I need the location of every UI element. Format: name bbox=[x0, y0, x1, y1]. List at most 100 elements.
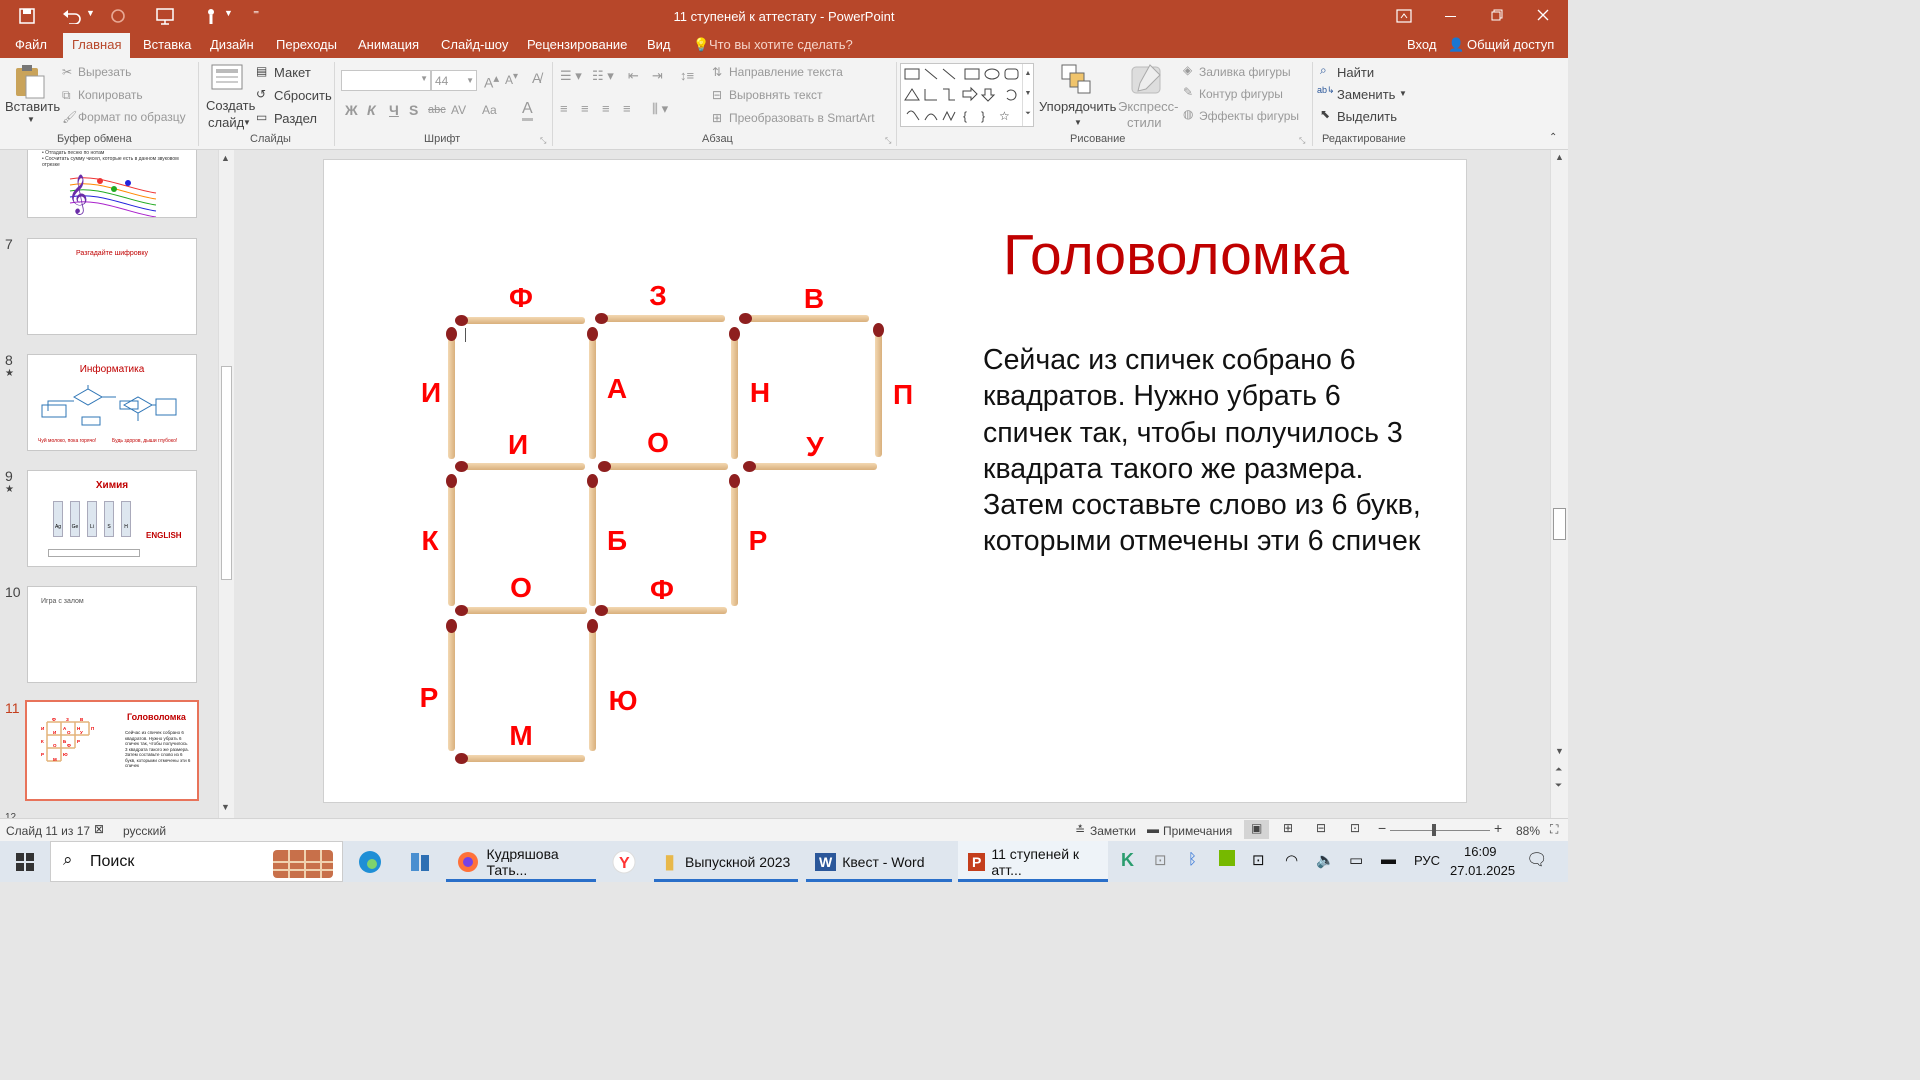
match-low-2[interactable] bbox=[595, 605, 727, 616]
align-center-icon[interactable]: ≡ bbox=[581, 101, 589, 116]
quick-styles-icon[interactable] bbox=[1130, 63, 1164, 98]
clock-date[interactable]: 27.01.2025 bbox=[1450, 863, 1515, 878]
tab-review[interactable]: Рецензирование bbox=[527, 37, 627, 52]
shape-outline-button[interactable]: Контур фигуры bbox=[1199, 87, 1283, 101]
font-color-button[interactable]: A bbox=[522, 100, 533, 121]
editor-scrollbar[interactable]: ▲ ▼ ⏶ ⏷ bbox=[1550, 150, 1568, 818]
match-vert-r3-2[interactable] bbox=[587, 619, 598, 751]
minimize-icon[interactable] bbox=[1445, 16, 1456, 17]
font-name-box[interactable]: ▼ bbox=[341, 70, 431, 91]
tab-transitions[interactable]: Переходы bbox=[276, 37, 337, 52]
taskbar-search-box[interactable]: ⌕ Поиск bbox=[50, 841, 343, 882]
match-vert-r1-4[interactable] bbox=[873, 323, 884, 457]
strikethrough-button[interactable]: abc bbox=[428, 104, 446, 116]
tab-design[interactable]: Дизайн bbox=[210, 37, 254, 52]
previous-slide-icon[interactable]: ⏶ bbox=[1555, 764, 1562, 775]
reading-view-icon[interactable]: ⊟ bbox=[1316, 821, 1326, 835]
match-vert-r1-2[interactable] bbox=[587, 327, 598, 459]
tab-slideshow[interactable]: Слайд-шоу bbox=[441, 37, 508, 52]
change-case-button[interactable]: Aa bbox=[482, 103, 497, 117]
shapes-scroll-icon[interactable]: ▲ ▼ ⏷ bbox=[1022, 64, 1033, 126]
meet-now-icon[interactable]: ⊡ bbox=[1252, 851, 1265, 869]
font-name-dropdown-icon[interactable]: ▼ bbox=[420, 74, 428, 83]
restore-icon[interactable] bbox=[1491, 9, 1503, 21]
notifications-icon[interactable]: 🗨 bbox=[1526, 850, 1548, 870]
text-direction-button[interactable]: Направление текста bbox=[729, 65, 843, 79]
taskbar-word[interactable]: W Квест - Word bbox=[806, 841, 952, 882]
language-indicator[interactable]: русский bbox=[123, 824, 166, 838]
replace-dropdown-icon[interactable]: ▼ bbox=[1399, 89, 1407, 98]
scroll-thumb[interactable] bbox=[1553, 508, 1566, 540]
sign-in-link[interactable]: Вход bbox=[1407, 37, 1436, 52]
smartart-button[interactable]: Преобразовать в SmartArt bbox=[729, 111, 875, 125]
match-vert-r3-1[interactable] bbox=[446, 619, 457, 751]
grow-font-icon[interactable]: A▴ bbox=[484, 71, 499, 91]
font-size-box[interactable]: 44 ▼ bbox=[431, 70, 477, 91]
thumbnail-slide-11-selected[interactable]: Головоломка Сейчас из спичек собрано 6 к… bbox=[25, 700, 199, 801]
reset-button[interactable]: Сбросить bbox=[274, 88, 332, 103]
clock-time[interactable]: 16:09 bbox=[1464, 844, 1497, 859]
tab-home[interactable]: Главная bbox=[63, 33, 131, 58]
comments-icon[interactable]: ▬ bbox=[1147, 822, 1159, 836]
tab-insert[interactable]: Вставка bbox=[143, 37, 191, 52]
increase-indent-icon[interactable]: ⇥ bbox=[652, 68, 663, 84]
ribbon-display-options-icon[interactable] bbox=[1396, 9, 1412, 23]
slide-title[interactable]: Головоломка bbox=[1003, 222, 1349, 288]
scroll-down-icon[interactable]: ▼ bbox=[1555, 746, 1564, 756]
wifi-icon[interactable]: ◠ bbox=[1285, 851, 1298, 869]
comments-button[interactable]: Примечания bbox=[1163, 824, 1232, 838]
thumbnails-scrollbar[interactable]: ▲ ▼ bbox=[218, 150, 234, 818]
shadow-s-button[interactable]: S bbox=[409, 102, 418, 118]
arrange-dropdown-icon[interactable]: ▼ bbox=[1074, 118, 1082, 127]
nvidia-icon[interactable] bbox=[1219, 850, 1235, 866]
taskbar-folder[interactable]: ▮ Выпускной 2023 bbox=[654, 841, 798, 882]
scroll-thumb[interactable] bbox=[221, 366, 232, 580]
slide-sorter-icon[interactable]: ⊞ bbox=[1283, 821, 1293, 835]
battery-icon[interactable]: ▬ bbox=[1381, 851, 1396, 868]
arrange-icon[interactable] bbox=[1060, 63, 1092, 98]
tab-file[interactable]: Файл bbox=[15, 37, 47, 52]
thumbnail-slide-8[interactable]: Информатика Чуй молоко, пока горячо! Буд… bbox=[27, 354, 197, 451]
shape-fill-button[interactable]: Заливка фигуры bbox=[1199, 65, 1291, 79]
file-explorer-icon[interactable] bbox=[400, 841, 440, 882]
zoom-slider-thumb[interactable] bbox=[1432, 824, 1436, 836]
scroll-up-icon[interactable]: ▲ bbox=[1555, 152, 1564, 162]
slideshow-view-icon[interactable]: ⊡ bbox=[1350, 821, 1360, 835]
match-mid-1[interactable] bbox=[455, 461, 585, 472]
kaspersky-icon[interactable]: K bbox=[1121, 850, 1134, 871]
format-painter-button[interactable]: Формат по образцу bbox=[78, 110, 186, 124]
zoom-out-icon[interactable]: − bbox=[1378, 820, 1386, 836]
scroll-up-icon[interactable]: ▲ bbox=[221, 153, 230, 163]
quick-styles-label-2[interactable]: стили bbox=[1127, 115, 1162, 130]
fit-slide-icon[interactable]: ⛶ bbox=[1550, 822, 1558, 837]
tell-me-box[interactable]: Что вы хотите сделать? bbox=[709, 37, 853, 52]
new-slide-icon[interactable] bbox=[210, 63, 244, 96]
input-language-indicator[interactable]: РУС bbox=[1414, 853, 1440, 868]
share-button[interactable]: Общий доступ bbox=[1467, 37, 1554, 52]
slide-body-text[interactable]: Сейчас из спичек собрано 6 квадратов. Ну… bbox=[983, 342, 1433, 560]
shrink-font-icon[interactable]: A▾ bbox=[505, 71, 518, 87]
shapes-gallery[interactable]: {} ☆ ▲ ▼ ⏷ bbox=[900, 63, 1034, 127]
replace-button[interactable]: Заменить bbox=[1337, 87, 1395, 102]
paste-icon[interactable] bbox=[10, 64, 46, 103]
match-top-2[interactable] bbox=[595, 313, 725, 324]
match-vert-r1-1[interactable] bbox=[446, 327, 457, 459]
select-button[interactable]: Выделить bbox=[1337, 109, 1397, 124]
collapse-ribbon-icon[interactable]: ⌃ bbox=[1549, 132, 1557, 143]
new-slide-label-1[interactable]: Создать bbox=[206, 98, 255, 113]
edge-icon[interactable] bbox=[350, 841, 390, 882]
normal-view-icon[interactable]: ▣ bbox=[1244, 820, 1269, 839]
italic-button[interactable]: К bbox=[367, 102, 376, 118]
paste-dropdown-icon[interactable]: ▼ bbox=[27, 115, 35, 124]
taskbar-powerpoint[interactable]: P 11 ступеней к атт... bbox=[958, 841, 1108, 882]
new-slide-label-2[interactable]: слайд bbox=[208, 115, 244, 130]
slide-canvas[interactable]: Головоломка Сейчас из спичек собрано 6 к… bbox=[323, 159, 1467, 803]
bullets-icon[interactable]: ☰ ▾ bbox=[560, 68, 582, 84]
font-dialog-launcher-icon[interactable]: ⤡ bbox=[540, 136, 546, 146]
yandex-browser-icon[interactable]: Y bbox=[604, 841, 644, 882]
thumbnail-slide-6[interactable]: • Отгадать песню по нотам • Сосчитать сум… bbox=[27, 150, 197, 218]
quick-styles-label-1[interactable]: Экспресс- bbox=[1118, 99, 1179, 114]
underline-button[interactable]: Ч bbox=[389, 102, 399, 118]
thumbnail-slide-7[interactable]: Разгадайте шифровку bbox=[27, 238, 197, 335]
paragraph-dialog-launcher-icon[interactable]: ⤡ bbox=[885, 136, 891, 146]
